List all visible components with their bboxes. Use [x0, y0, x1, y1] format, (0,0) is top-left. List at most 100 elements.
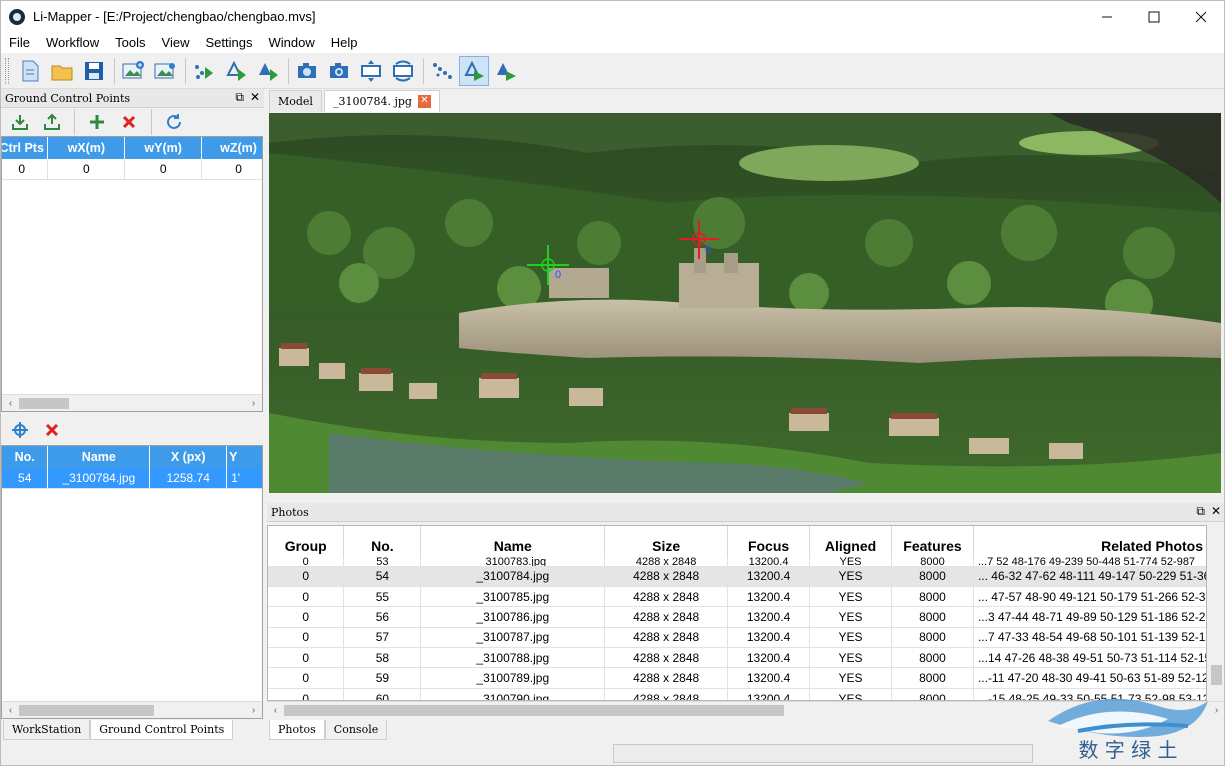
cell[interactable]: 13200.4 [727, 566, 811, 587]
tab-workstation[interactable]: WorkStation [3, 720, 91, 740]
table-row-highlighted[interactable]: 0 54 _3100784.jpg 4288 x 2848 13200.4 YE… [268, 566, 1206, 587]
table-row[interactable]: 0 0 0 0 [2, 159, 262, 180]
cell[interactable]: 0 [268, 566, 345, 587]
cell[interactable]: YES [809, 566, 892, 587]
table-row[interactable]: 0 58 _3100788.jpg 4288 x 2848 13200.4 YE… [268, 647, 1206, 669]
cell[interactable]: 0 [201, 159, 262, 180]
cell[interactable]: YES [809, 606, 892, 628]
cell[interactable]: 8000 [891, 667, 974, 689]
cell[interactable]: YES [809, 667, 892, 689]
cell[interactable]: 0 [268, 606, 345, 628]
cell[interactable]: 8000 [891, 586, 974, 608]
table-row[interactable]: 0 57 _3100787.jpg 4288 x 2848 13200.4 YE… [268, 627, 1206, 649]
scroll-left-icon[interactable]: ‹ [2, 702, 19, 718]
point-cloud-button[interactable] [427, 56, 457, 86]
cell[interactable]: 56 [343, 606, 422, 628]
menu-settings[interactable]: Settings [197, 32, 260, 53]
float-panel-icon[interactable]: ⧉ [235, 90, 244, 105]
refresh-gcp-button[interactable] [161, 110, 187, 134]
photo-viewer[interactable]: 0 0 [269, 113, 1221, 493]
table-row[interactable]: 0 56 _3100786.jpg 4288 x 2848 13200.4 YE… [268, 606, 1206, 628]
cell[interactable]: _3100790.jpg [420, 688, 606, 700]
tab-model[interactable]: Model [269, 90, 322, 112]
cell[interactable]: 4288 x 2848 [604, 556, 729, 567]
col-name[interactable]: Name [47, 446, 151, 468]
tab-photo[interactable]: _3100784. jpg ✕ [323, 90, 440, 112]
photo-settings-button[interactable] [150, 56, 180, 86]
col-related-photos[interactable]: Related Photos [973, 526, 1206, 556]
maximize-button[interactable] [1130, 1, 1177, 32]
col-x-px[interactable]: X (px) [149, 446, 228, 468]
menu-tools[interactable]: Tools [107, 32, 153, 53]
cell[interactable]: 13200.4 [727, 586, 811, 608]
cell[interactable]: 0 [47, 159, 126, 180]
menu-view[interactable]: View [154, 32, 198, 53]
cell[interactable]: 1258.74 [149, 468, 228, 489]
table-row[interactable]: 0 55 _3100785.jpg 4288 x 2848 13200.4 YE… [268, 586, 1206, 608]
scroll-thumb[interactable] [19, 398, 69, 409]
cell[interactable]: _3100783.jpg [420, 556, 606, 567]
cell[interactable]: 1' [226, 468, 262, 489]
scroll-thumb[interactable] [284, 705, 784, 716]
col-group[interactable]: Group [268, 526, 345, 556]
cell[interactable]: 8000 [891, 606, 974, 628]
toolbar-grip[interactable] [5, 57, 9, 84]
menu-window[interactable]: Window [260, 32, 322, 53]
cell[interactable]: 0 [268, 556, 345, 567]
col-no[interactable]: No. [2, 446, 49, 468]
cell[interactable]: 13200.4 [727, 627, 811, 649]
cell[interactable]: _3100789.jpg [420, 667, 606, 689]
table-row[interactable]: 0 53 _3100783.jpg 4288 x 2848 13200.4 YE… [268, 556, 1206, 567]
delete-gcp-button[interactable] [116, 110, 142, 134]
cell[interactable]: ...3 47-44 48-71 49-89 50-129 51-186 52-… [973, 606, 1206, 628]
col-size[interactable]: Size [604, 526, 729, 556]
fit-view-button[interactable] [356, 56, 386, 86]
close-tab-icon[interactable]: ✕ [417, 95, 431, 108]
cell[interactable]: 13200.4 [727, 606, 811, 628]
col-aligned[interactable]: Aligned [809, 526, 892, 556]
cell[interactable]: YES [809, 556, 892, 567]
export-gcp-button[interactable] [39, 110, 65, 134]
cell[interactable]: 8000 [891, 647, 974, 669]
delete-mark-button[interactable] [39, 418, 65, 442]
scroll-right-icon[interactable]: › [245, 702, 262, 718]
col-wx[interactable]: wX(m) [47, 137, 126, 159]
cell[interactable]: YES [809, 688, 892, 700]
cell[interactable]: 13200.4 [727, 688, 811, 700]
cell[interactable]: 54 [343, 566, 422, 587]
cell[interactable]: 0 [2, 159, 49, 180]
cell[interactable]: _3100788.jpg [420, 647, 606, 669]
col-name[interactable]: Name [420, 526, 606, 556]
cell[interactable]: 60 [343, 688, 422, 700]
menu-help[interactable]: Help [323, 32, 366, 53]
cell[interactable]: 4288 x 2848 [604, 688, 729, 700]
close-button[interactable] [1177, 1, 1224, 32]
save-button[interactable] [79, 56, 109, 86]
tab-ground-control-points[interactable]: Ground Control Points [90, 720, 234, 740]
cell[interactable]: _3100784.jpg [47, 468, 151, 489]
select-photo-button[interactable] [459, 55, 489, 86]
add-photos-button[interactable] [118, 56, 148, 86]
cell[interactable]: 8000 [891, 627, 974, 649]
rotate-view-button[interactable] [388, 56, 418, 86]
cell[interactable]: YES [809, 627, 892, 649]
cell[interactable]: 55 [343, 586, 422, 608]
col-y-px[interactable]: Y [226, 446, 262, 468]
locate-mark-button[interactable] [7, 418, 33, 442]
cell[interactable]: YES [809, 647, 892, 669]
cell[interactable]: 8000 [891, 556, 974, 567]
col-focus[interactable]: Focus [727, 526, 811, 556]
cell[interactable]: ...7 52 48-176 49-239 50-448 51-774 52-9… [973, 556, 1206, 567]
cell[interactable]: 4288 x 2848 [604, 667, 729, 689]
cell[interactable]: ... 46-32 47-62 48-111 49-147 50-229 51-… [973, 566, 1206, 587]
build-mesh-button[interactable] [253, 56, 283, 86]
import-gcp-button[interactable] [7, 110, 33, 134]
menu-workflow[interactable]: Workflow [38, 32, 107, 53]
table-row-selected[interactable]: 54 _3100784.jpg 1258.74 1' [2, 468, 262, 489]
col-no[interactable]: No. [343, 526, 422, 556]
cell[interactable]: 57 [343, 627, 422, 649]
cell[interactable]: 59 [343, 667, 422, 689]
scroll-thumb[interactable] [19, 705, 154, 716]
cell[interactable]: 13200.4 [727, 647, 811, 669]
cell[interactable]: 58 [343, 647, 422, 669]
